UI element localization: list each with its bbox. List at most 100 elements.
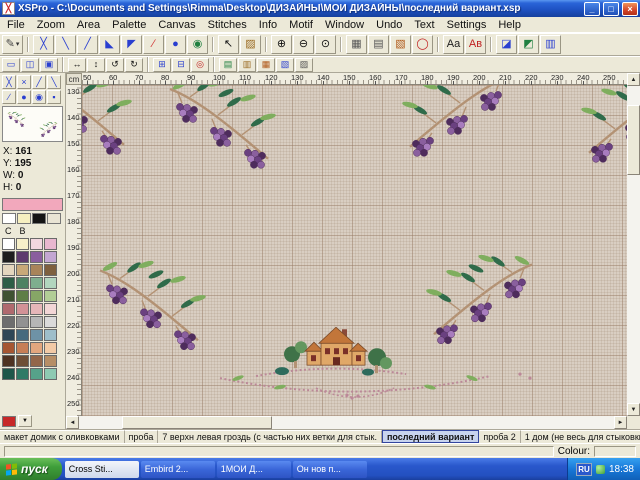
rotate-right-tool[interactable]: ↻ <box>125 58 143 72</box>
palette-swatch[interactable] <box>2 264 15 276</box>
minimize-button[interactable]: _ <box>584 2 600 16</box>
language-indicator[interactable]: RU <box>576 463 592 476</box>
french-knot-tool[interactable]: ● <box>165 35 186 54</box>
pattern-tab[interactable]: проба 2 <box>479 430 520 443</box>
bead-stitch[interactable]: ◉ <box>32 90 46 104</box>
zoom-out-tool[interactable]: ⊖ <box>293 35 314 54</box>
palette-swatch[interactable] <box>44 316 57 328</box>
scroll-up-button[interactable]: ▲ <box>627 73 640 86</box>
fabric-colour-tool[interactable]: ▦ <box>257 58 275 72</box>
fill-tool[interactable]: ▨ <box>240 35 261 54</box>
rulers-toggle[interactable]: ▤ <box>368 35 389 54</box>
menu-settings[interactable]: Settings <box>441 18 493 32</box>
menu-motif[interactable]: Motif <box>283 18 319 32</box>
palette-swatch[interactable] <box>16 251 29 263</box>
pattern-tab[interactable]: последний вариант <box>382 430 479 443</box>
palette-swatch[interactable] <box>30 303 43 315</box>
palette-scroll-down-button[interactable]: ▼ <box>18 415 32 427</box>
design-canvas[interactable] <box>82 85 627 416</box>
palette-swatch[interactable] <box>16 316 29 328</box>
scroll-down-button[interactable]: ▼ <box>627 403 640 416</box>
palette-swatch[interactable] <box>2 329 15 341</box>
export-tool[interactable]: ▥ <box>540 35 561 54</box>
taskbar-task[interactable]: 1МОИ Д... <box>217 461 291 478</box>
thread-chart-tool[interactable]: ▥ <box>238 58 256 72</box>
scroll-left-button[interactable]: ◄ <box>66 416 79 429</box>
backstitch-tool[interactable]: ∕ <box>143 35 164 54</box>
palette-swatch[interactable] <box>30 355 43 367</box>
palette-swatch[interactable] <box>30 277 43 289</box>
palette-swatch[interactable] <box>16 264 29 276</box>
palette-swatch[interactable] <box>2 355 15 367</box>
palette-swatch[interactable] <box>44 251 57 263</box>
half-stitch-alt-tool[interactable]: ╱ <box>77 35 98 54</box>
select-tool[interactable]: ↖ <box>218 35 239 54</box>
pencil-tool[interactable]: ✎▾ <box>2 35 23 54</box>
horizontal-scrollbar[interactable]: ◄ ► <box>66 416 627 429</box>
palette-swatch[interactable] <box>16 368 29 380</box>
palette-swatch[interactable] <box>30 251 43 263</box>
zoom-area-tool[interactable]: ⊙ <box>315 35 336 54</box>
palette-swatch[interactable] <box>44 329 57 341</box>
palette-swatch[interactable] <box>30 316 43 328</box>
palette-swatch[interactable] <box>30 290 43 302</box>
petite-stitch[interactable]: × <box>17 75 31 89</box>
backstitch[interactable]: ∕ <box>2 90 16 104</box>
palette-editor-tool[interactable]: ◪ <box>496 35 517 54</box>
taskbar-task[interactable]: Cross Sti... <box>65 461 139 478</box>
menu-palette[interactable]: Palette <box>106 18 152 32</box>
menu-zoom[interactable]: Zoom <box>31 18 71 32</box>
grid-large-toggle[interactable]: ⊟ <box>172 58 190 72</box>
menu-file[interactable]: File <box>1 18 31 32</box>
palette-swatch[interactable] <box>44 264 57 276</box>
palette-swatch[interactable] <box>16 277 29 289</box>
block-paste-tool[interactable]: ▣ <box>40 58 58 72</box>
motif-library-tool[interactable]: ▤ <box>219 58 237 72</box>
palette-swatch[interactable] <box>44 368 57 380</box>
pattern-tab[interactable]: макет домик с оливковками <box>0 430 125 443</box>
quick-swatch[interactable] <box>2 213 16 224</box>
special-stitch[interactable]: ▪ <box>47 90 61 104</box>
vertical-scroll-thumb[interactable] <box>627 105 640 175</box>
quick-swatch[interactable] <box>17 213 31 224</box>
center-view-tool[interactable]: ◎ <box>191 58 209 72</box>
block-select-tool[interactable]: ▭ <box>2 58 20 72</box>
bottom-swatch[interactable] <box>2 416 16 427</box>
palette-swatch[interactable] <box>16 355 29 367</box>
stitch-view-tool[interactable]: ▧ <box>276 58 294 72</box>
maximize-button[interactable]: □ <box>603 2 619 16</box>
french-knot[interactable]: ● <box>17 90 31 104</box>
palette-swatch[interactable] <box>30 238 43 250</box>
taskbar-task[interactable]: Embird 2... <box>141 461 215 478</box>
menu-help[interactable]: Help <box>492 18 527 32</box>
zoom-in-tool[interactable]: ⊕ <box>271 35 292 54</box>
current-colour-swatch[interactable] <box>2 198 63 211</box>
menu-area[interactable]: Area <box>71 18 106 32</box>
quick-swatch[interactable] <box>32 213 46 224</box>
palette-swatch[interactable] <box>44 355 57 367</box>
palette-swatch[interactable] <box>16 238 29 250</box>
block-copy-tool[interactable]: ◫ <box>21 58 39 72</box>
quarter-stitch[interactable]: ╲ <box>47 75 61 89</box>
palette-swatch[interactable] <box>16 329 29 341</box>
grid-small-toggle[interactable]: ⊞ <box>153 58 171 72</box>
cyrillic-text-tool[interactable]: Ав <box>465 35 486 54</box>
ellipse-tool[interactable]: ◯ <box>412 35 433 54</box>
palette-swatch[interactable] <box>30 264 43 276</box>
palette-swatch[interactable] <box>2 342 15 354</box>
menu-info[interactable]: Info <box>253 18 283 32</box>
bead-tool[interactable]: ◉ <box>187 35 208 54</box>
scroll-right-button[interactable]: ► <box>614 416 627 429</box>
vertical-scrollbar[interactable]: ▲ ▼ <box>627 73 640 416</box>
three-quarter-stitch-tool[interactable]: ◤ <box>121 35 142 54</box>
palette-swatch[interactable] <box>2 368 15 380</box>
palette-swatch[interactable] <box>44 342 57 354</box>
palette-swatch[interactable] <box>30 368 43 380</box>
palette-swatch[interactable] <box>30 342 43 354</box>
palette-swatch[interactable] <box>16 303 29 315</box>
grid-toggle[interactable]: ▦ <box>346 35 367 54</box>
menu-canvas[interactable]: Canvas <box>152 18 201 32</box>
pattern-tab[interactable]: 7 верхн левая гроздь (с частью них ветки… <box>158 430 382 443</box>
horizontal-scroll-track[interactable] <box>79 416 614 429</box>
taskbar-task[interactable]: Он нов п... <box>293 461 367 478</box>
